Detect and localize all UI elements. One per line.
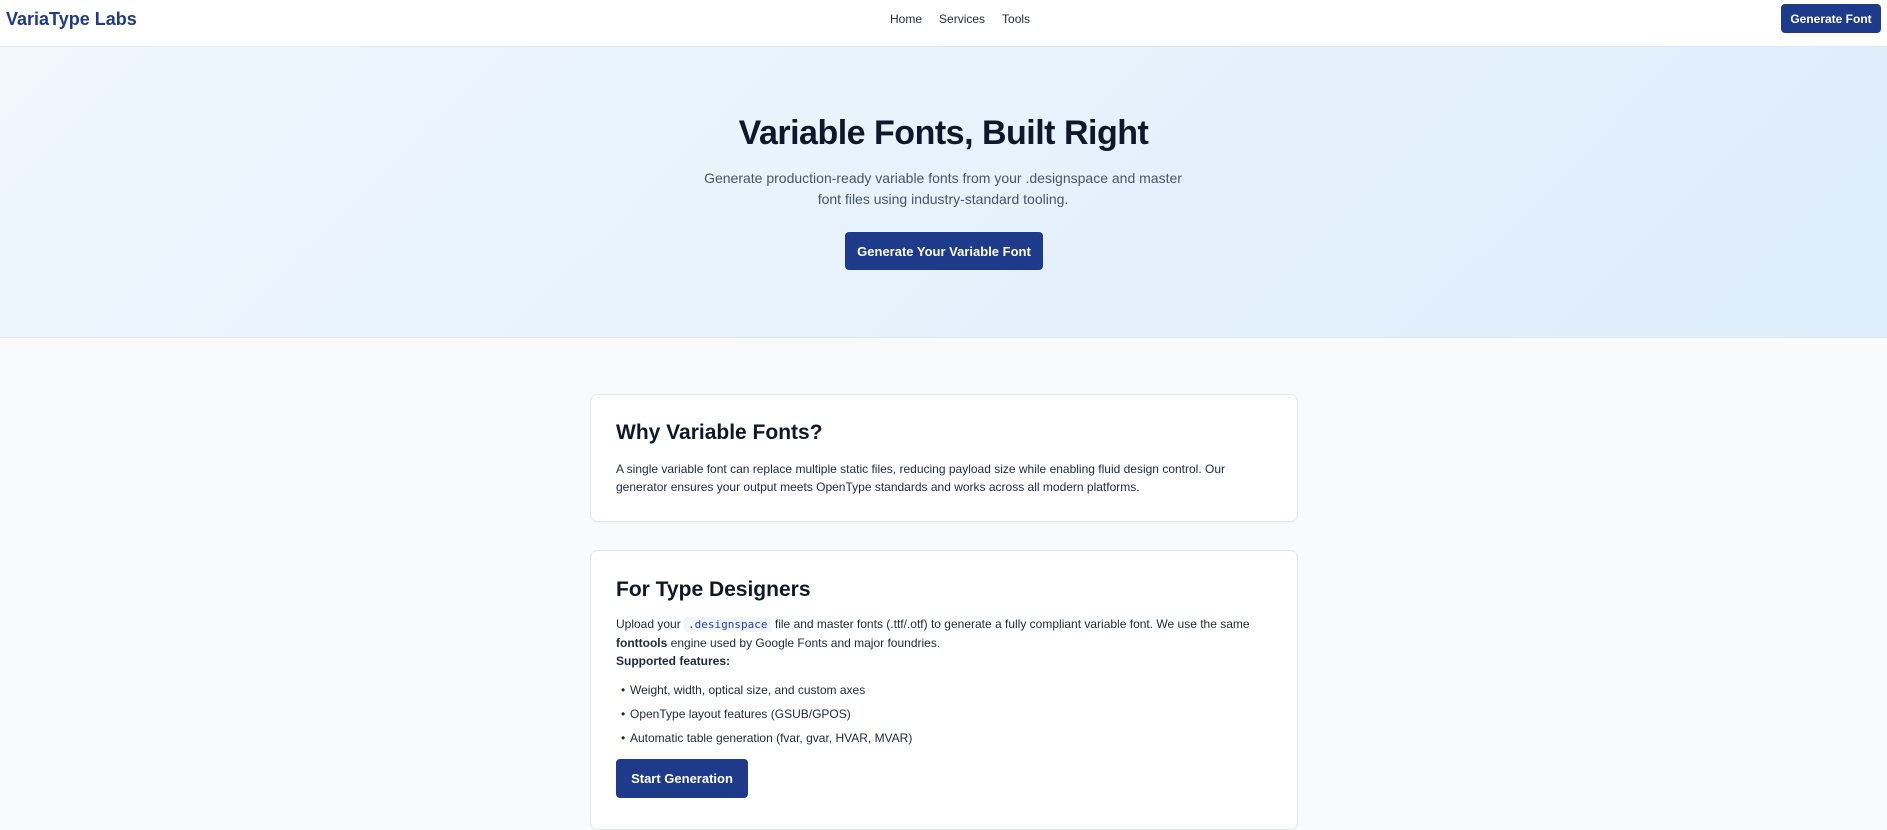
hero-title: Variable Fonts, Built Right [738,114,1149,152]
why-variable-fonts-card: Why Variable Fonts? A single variable fo… [590,394,1298,522]
card-title: Why Variable Fonts? [616,421,823,444]
list-item: • Weight, width, optical size, and custom… [621,681,912,705]
feature-list: • Weight, width, optical size, and custom… [621,681,912,753]
bullet-icon: • [621,707,626,721]
nav-link-services[interactable]: Services [939,12,985,26]
card-body: A single variable font can replace multi… [616,462,1226,494]
card-title: For Type Designers [616,578,811,601]
bullet-icon: • [621,683,626,697]
card-body: Upload your .designspace file and master… [616,615,1256,670]
generate-variable-font-button[interactable]: Generate Your Variable Font [845,232,1043,270]
intro-text: Upload your [616,617,681,631]
fonttools-strong: fonttools [616,636,668,650]
top-navbar: VariaType Labs Home Services Tools Gener… [0,0,1887,47]
main-nav: Home Services Tools [890,12,1030,26]
features-label: Supported features: [616,654,731,668]
start-generation-button[interactable]: Start Generation [616,759,748,798]
type-designers-card: For Type Designers Upload your .designsp… [590,550,1298,830]
hero-subtitle: Generate production-ready variable fonts… [704,170,1182,207]
nav-link-tools[interactable]: Tools [1002,12,1030,26]
intro-text: file and master fonts (.ttf/.otf) to gen… [774,617,1250,631]
list-item: • OpenType layout features (GSUB/GPOS) [621,705,912,729]
intro-text: engine used by Google Fonts and major fo… [670,636,941,650]
feature-text: Weight, width, optical size, and custom … [630,683,866,697]
list-item: • Automatic table generation (fvar, gvar,… [621,729,912,753]
hero-section: Variable Fonts, Built Right Generate pro… [0,47,1887,338]
designspace-code: .designspace [684,617,772,632]
feature-text: Automatic table generation (fvar, gvar, … [630,731,913,745]
brand-logo[interactable]: VariaType Labs [6,9,137,30]
feature-text: OpenType layout features (GSUB/GPOS) [630,707,851,721]
nav-link-home[interactable]: Home [890,12,922,26]
generate-font-button[interactable]: Generate Font [1781,4,1881,33]
bullet-icon: • [621,731,626,745]
